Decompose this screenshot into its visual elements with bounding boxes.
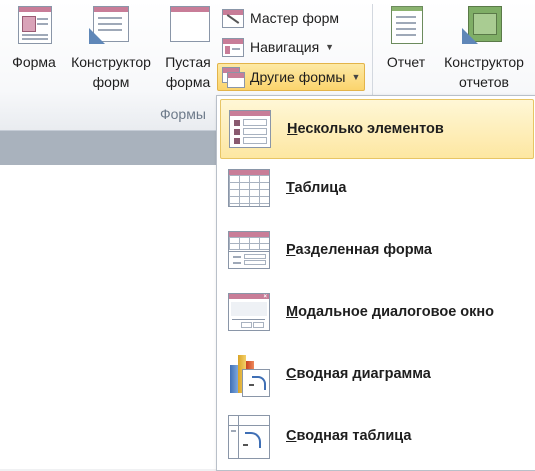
menu-item-label: Несколько элементов <box>287 121 444 137</box>
form-designer-button[interactable]: Конструктор форм <box>64 4 158 104</box>
form-wizard-label: Мастер форм <box>250 10 340 26</box>
form-designer-label-line1: Конструктор <box>71 54 151 70</box>
report-designer-button[interactable]: Конструктор отчетов <box>436 4 532 104</box>
form-icon <box>16 6 52 46</box>
form-wizard-icon <box>222 8 244 28</box>
blank-form-icon <box>170 6 210 46</box>
menu-item-label: Сводная таблица <box>286 428 412 444</box>
split-form-icon <box>226 227 272 273</box>
menu-item-modal-dialog[interactable]: × Модальное диалоговое окно <box>220 283 532 341</box>
other-forms-menu: Несколько элементов Таблица Разделенная … <box>216 95 535 471</box>
report-label: Отчет <box>386 54 426 70</box>
report-designer-label-line1: Конструктор <box>444 54 524 70</box>
group-label-forms: Формы <box>160 106 206 122</box>
pivot-table-icon <box>226 413 272 459</box>
menu-item-pivot-chart[interactable]: Сводная диаграмма <box>220 345 532 403</box>
menu-item-multiple-items[interactable]: Несколько элементов <box>220 99 534 159</box>
navigation-icon <box>222 37 244 57</box>
blank-form-button[interactable]: Пустая форма <box>160 4 216 104</box>
form-label: Форма <box>12 54 56 70</box>
modal-dialog-icon: × <box>226 289 272 335</box>
blank-form-label-line1: Пустая <box>165 54 211 70</box>
pivot-chart-icon <box>226 351 272 397</box>
menu-item-label: Модальное диалоговое окно <box>286 304 495 320</box>
form-designer-icon <box>89 6 129 46</box>
form-designer-label-line2: форм <box>92 74 130 90</box>
menu-item-label: Разделенная форма <box>286 242 432 258</box>
form-wizard-button[interactable]: Мастер форм <box>218 5 343 31</box>
other-forms-label: Другие формы <box>250 69 346 85</box>
report-icon <box>388 6 424 46</box>
navigation-label: Навигация <box>250 39 320 55</box>
other-forms-button[interactable]: Другие формы ▼ <box>217 63 366 91</box>
menu-item-datasheet[interactable]: Таблица <box>220 159 532 217</box>
menu-item-label: Таблица <box>286 180 347 196</box>
other-forms-chevron-down-icon: ▼ <box>351 72 361 82</box>
form-button[interactable]: Форма <box>6 4 62 104</box>
report-button[interactable]: Отчет <box>380 4 432 104</box>
navigation-chevron-down-icon: ▼ <box>325 42 335 52</box>
navigation-button[interactable]: Навигация ▼ <box>218 34 338 60</box>
blank-form-label-line2: форма <box>165 74 211 90</box>
menu-item-pivot-table[interactable]: Сводная таблица <box>220 407 532 465</box>
menu-item-split-form[interactable]: Разделенная форма <box>220 221 532 279</box>
multiple-items-icon <box>227 106 273 152</box>
report-designer-label-line2: отчетов <box>459 74 509 90</box>
report-designer-icon <box>462 6 502 46</box>
menu-item-label: Сводная диаграмма <box>286 366 431 382</box>
other-forms-icon <box>222 67 245 88</box>
datasheet-icon <box>226 165 272 211</box>
